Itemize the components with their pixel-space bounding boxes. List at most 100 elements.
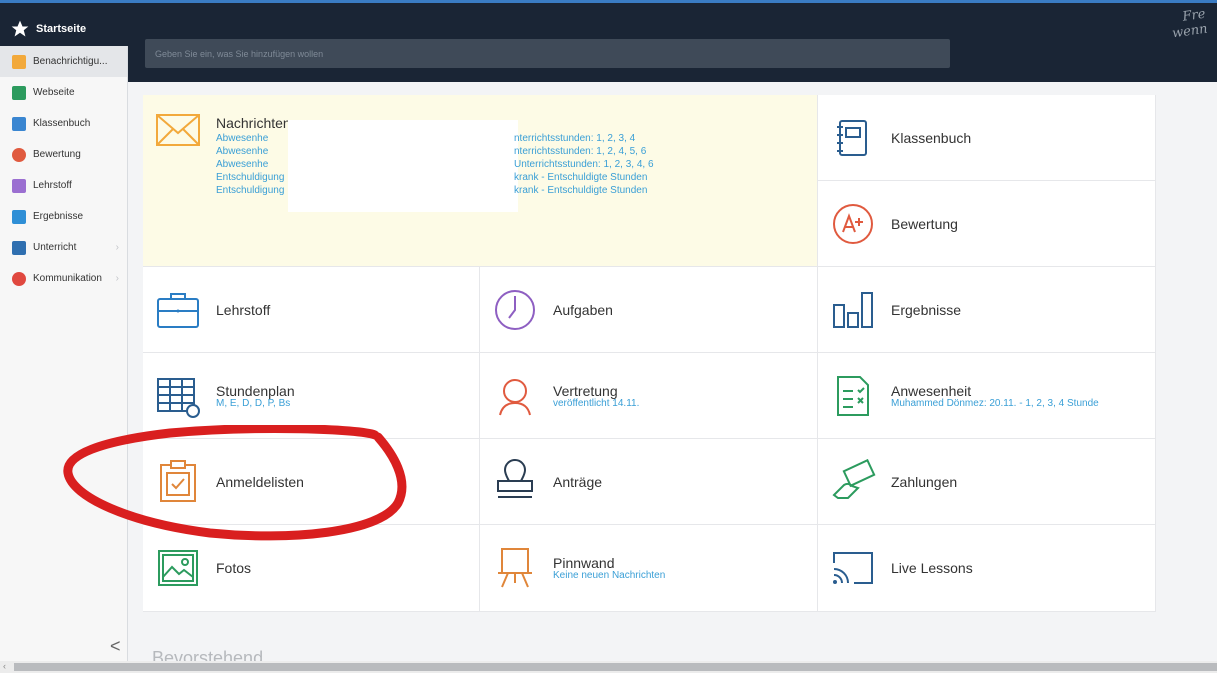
bar-chart-icon [12, 209, 26, 224]
brand-label: Startseite [36, 23, 87, 35]
top-bar: Fre wenn [0, 0, 1217, 82]
grade-icon [12, 147, 26, 162]
chevron-right-icon: › [115, 242, 119, 253]
sidebar-item-label: Lehrstoff [33, 180, 72, 191]
tile-aufgaben[interactable]: Aufgaben [480, 267, 818, 353]
message-line[interactable]: nterrichtsstunden: 1, 2, 4, 5, 6 [514, 145, 654, 158]
teacher-icon [12, 178, 26, 193]
tile-title: Anträge [553, 474, 603, 490]
message-line[interactable]: Unterrichtsstunden: 1, 2, 3, 4, 6 [514, 158, 654, 171]
tile-anwesenheit[interactable]: Anwesenheit Muhammed Dönmez: 20.11. - 1,… [818, 353, 1156, 439]
sidebar-item-unterricht[interactable]: Unterricht › [0, 232, 127, 263]
sidebar-item-label: Webseite [33, 87, 75, 98]
tile-subtitle[interactable]: Keine neuen Nachrichten [553, 570, 665, 581]
message-list-left: Abwesenhe Abwesenhe Abwesenhe Entschuldi… [216, 132, 284, 197]
message-list-right: nterrichtsstunden: 1, 2, 3, 4 nterrichts… [514, 132, 654, 197]
attendance-checklist-icon [837, 375, 869, 416]
message-line[interactable]: Abwesenhe [216, 145, 284, 158]
scrollbar-thumb[interactable] [14, 663, 1217, 671]
sidebar-item-label: Unterricht [33, 242, 77, 253]
home-link[interactable]: Startseite [0, 12, 128, 46]
search-input[interactable] [153, 47, 942, 60]
timetable-icon [157, 377, 200, 418]
tile-stundenplan[interactable]: Stundenplan M, E, D, D, P, Bs [143, 353, 480, 439]
envelope-icon [12, 54, 26, 69]
clock-icon [495, 289, 535, 330]
sidebar-item-label: Kommunikation [33, 273, 102, 284]
easel-board-icon [498, 548, 532, 588]
clipboard-check-icon [160, 459, 196, 502]
substitute-person-icon [499, 378, 531, 415]
sidebar-item-webseite[interactable]: Webseite [0, 77, 127, 108]
tile-title: Live Lessons [891, 560, 973, 576]
dashboard-grid: Nachrichten Abwesenhe Abwesenhe Abwesenh… [143, 95, 1156, 612]
message-line[interactable]: Abwesenhe [216, 132, 284, 145]
home-icon [12, 85, 26, 100]
horizontal-scrollbar[interactable]: ‹ [0, 661, 1217, 673]
sidebar-collapse-button[interactable]: < [110, 636, 121, 657]
message-line[interactable]: nterrichtsstunden: 1, 2, 3, 4 [514, 132, 654, 145]
tile-title: Bewertung [891, 216, 958, 232]
corner-handwriting: Fre wenn [1170, 7, 1209, 42]
tile-title: Klassenbuch [891, 130, 972, 146]
tile-title: Nachrichten [216, 115, 291, 131]
sidebar-item-klassenbuch[interactable]: Klassenbuch [0, 108, 127, 139]
chat-icon [12, 271, 26, 286]
sidebar: Benachrichtigu... Webseite Klassenbuch B… [0, 46, 128, 661]
tile-title: Ergebnisse [891, 302, 962, 318]
sidebar-item-label: Bewertung [33, 149, 81, 160]
photo-icon [158, 550, 198, 586]
tile-title: Fotos [216, 560, 252, 576]
tile-subtitle[interactable]: Muhammed Dönmez: 20.11. - 1, 2, 3, 4 Stu… [891, 398, 1099, 409]
tile-title: Aufgaben [553, 302, 613, 318]
scroll-left-icon[interactable]: ‹ [3, 661, 6, 671]
tile-klassenbuch[interactable]: Klassenbuch [818, 95, 1156, 181]
message-line[interactable]: Abwesenhe [216, 158, 284, 171]
briefcase-icon [157, 292, 199, 328]
sidebar-item-label: Ergebnisse [33, 211, 84, 222]
book-icon [12, 116, 26, 131]
redacted-area [288, 120, 518, 212]
sidebar-item-label: Benachrichtigu... [33, 56, 108, 67]
message-line[interactable]: Entschuldigung [216, 184, 284, 197]
tile-zahlungen[interactable]: Zahlungen [818, 439, 1156, 525]
tile-antraege[interactable]: Anträge [480, 439, 818, 525]
cast-screen-icon [833, 552, 873, 584]
tile-title: Zahlungen [891, 474, 958, 490]
tile-title: Lehrstoff [216, 302, 271, 318]
sidebar-item-ergebnisse[interactable]: Ergebnisse [0, 201, 127, 232]
message-line[interactable]: krank - Entschuldigte Stunden [514, 171, 654, 184]
tile-bewertung[interactable]: Bewertung [818, 181, 1156, 267]
stamp-icon [497, 458, 533, 498]
sidebar-item-lehrstoff[interactable]: Lehrstoff [0, 170, 127, 201]
tile-nachrichten[interactable]: Nachrichten Abwesenhe Abwesenhe Abwesenh… [143, 95, 818, 267]
tile-subtitle[interactable]: M, E, D, D, P, Bs [216, 398, 290, 409]
tile-title: Anwesenheit [891, 383, 972, 399]
tile-anmeldelisten[interactable]: Anmeldelisten [143, 439, 480, 525]
sidebar-item-bewertung[interactable]: Bewertung [0, 139, 127, 170]
money-hand-icon [832, 458, 876, 499]
search-bar[interactable] [145, 39, 950, 68]
tile-title: Anmeldelisten [216, 474, 304, 490]
tile-subtitle[interactable]: veröffentlicht 14.11. [553, 398, 639, 409]
sidebar-item-label: Klassenbuch [33, 118, 91, 129]
grade-a-plus-icon [833, 203, 873, 244]
tile-title: Stundenplan [216, 383, 295, 399]
open-book-icon [12, 240, 26, 255]
chevron-right-icon: › [115, 273, 119, 284]
bar-chart-icon [833, 291, 873, 328]
tile-title: Pinnwand [553, 555, 615, 571]
tile-title: Vertretung [553, 383, 618, 399]
tile-vertretung[interactable]: Vertretung veröffentlicht 14.11. [480, 353, 818, 439]
tile-ergebnisse[interactable]: Ergebnisse [818, 267, 1156, 353]
message-line[interactable]: krank - Entschuldigte Stunden [514, 184, 654, 197]
tile-lehrstoff[interactable]: Lehrstoff [143, 267, 480, 353]
tile-pinnwand[interactable]: Pinnwand Keine neuen Nachrichten [480, 525, 818, 612]
notebook-icon [837, 119, 867, 156]
tile-live-lessons[interactable]: Live Lessons [818, 525, 1156, 612]
sidebar-item-benachrichtigungen[interactable]: Benachrichtigu... [0, 46, 127, 77]
tile-fotos[interactable]: Fotos [143, 525, 480, 612]
message-line[interactable]: Entschuldigung [216, 171, 284, 184]
envelope-icon [156, 114, 200, 146]
sidebar-item-kommunikation[interactable]: Kommunikation › [0, 263, 127, 294]
